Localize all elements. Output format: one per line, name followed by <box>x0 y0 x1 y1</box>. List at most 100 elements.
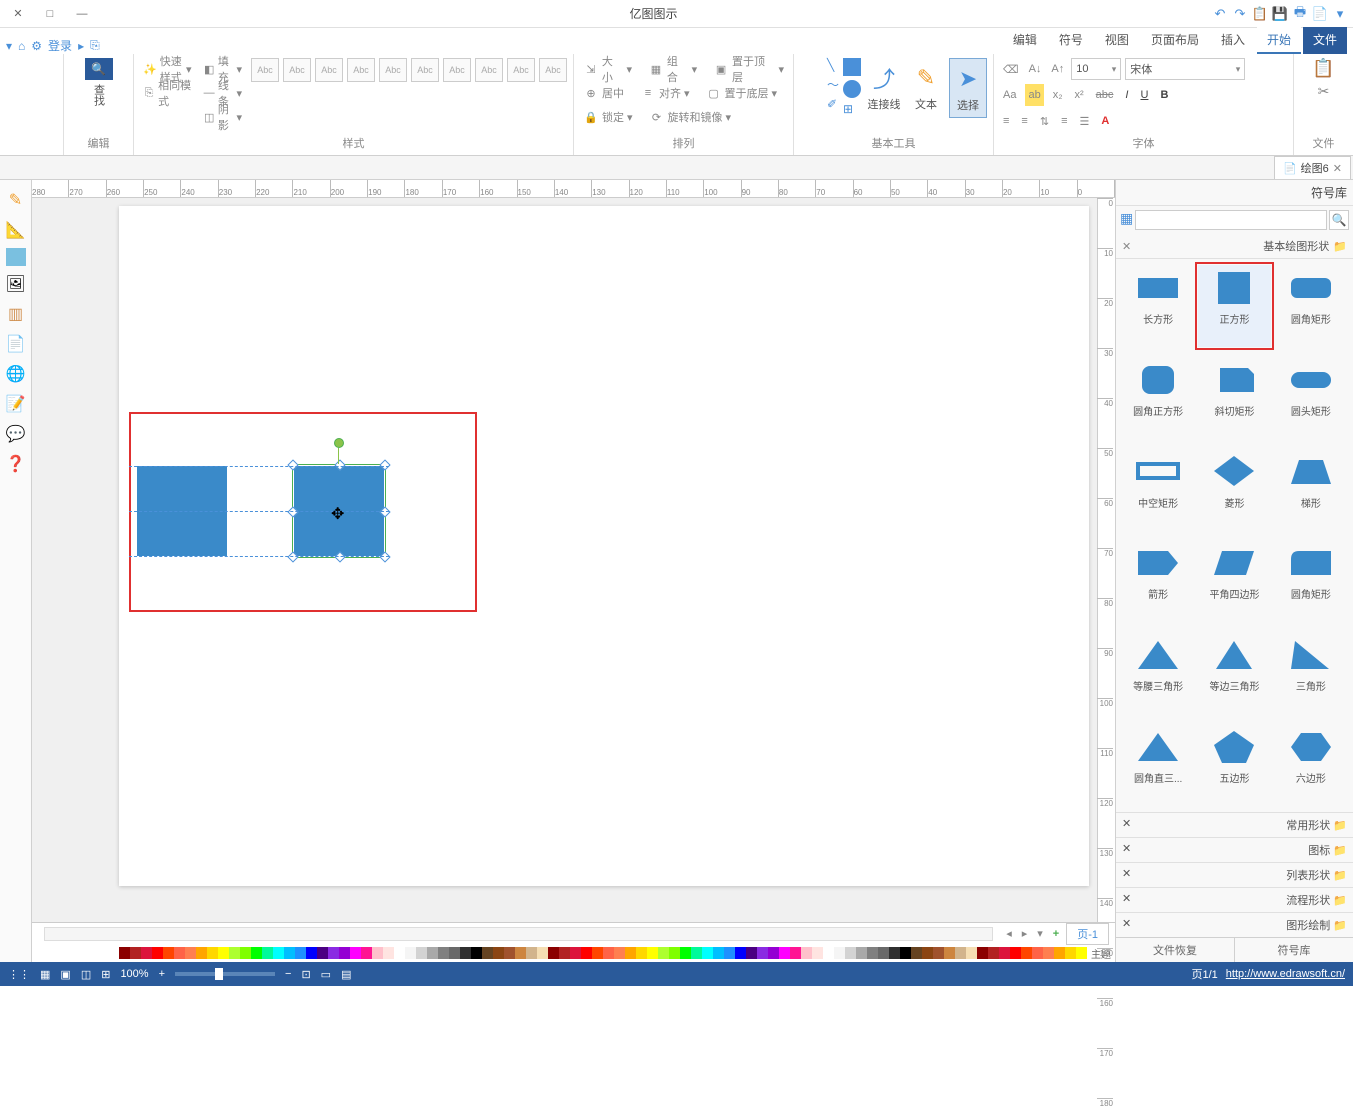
theme-6[interactable]: Abc <box>411 58 439 82</box>
qat-redo-icon[interactable]: ↷ <box>1231 5 1249 23</box>
palette-swatch[interactable] <box>856 947 867 959</box>
palette-swatch[interactable] <box>1032 947 1043 959</box>
palette-swatch[interactable] <box>141 947 152 959</box>
palette-swatch[interactable] <box>713 947 724 959</box>
palette-swatch[interactable] <box>900 947 911 959</box>
theme-7[interactable]: Abc <box>443 58 471 82</box>
palette-swatch[interactable] <box>339 947 350 959</box>
palette-swatch[interactable] <box>867 947 878 959</box>
shape-cell-9[interactable]: 箭形 <box>1122 540 1194 622</box>
shape-cell-13[interactable]: 等边三角形 <box>1198 632 1270 714</box>
palette-swatch[interactable] <box>1010 947 1021 959</box>
qat-more-icon[interactable]: ▾ <box>1331 5 1349 23</box>
sys-close[interactable]: ✕ <box>4 3 32 25</box>
lt-image-icon[interactable]: 🖼 <box>4 272 28 296</box>
case-button[interactable]: Aa <box>1000 84 1019 106</box>
palette-swatch[interactable] <box>515 947 526 959</box>
line-spacing-icon[interactable]: ⇅ <box>1037 110 1052 132</box>
lt-fill-icon[interactable] <box>6 248 26 266</box>
palette-swatch[interactable] <box>845 947 856 959</box>
italic-button[interactable]: I <box>1122 84 1131 106</box>
align-center-icon[interactable]: ≡ <box>1000 110 1012 132</box>
palette-swatch[interactable] <box>295 947 306 959</box>
shape-cell-16[interactable]: 五边形 <box>1198 724 1270 806</box>
nav-icon-2[interactable]: ⎘ <box>90 38 100 53</box>
palette-swatch[interactable] <box>1054 947 1065 959</box>
shape-cell-0[interactable]: 长方形 <box>1122 265 1194 347</box>
shape-cell-14[interactable]: 三角形 <box>1275 632 1347 714</box>
bullets-icon[interactable]: ☰ <box>1076 110 1092 132</box>
palette-swatch[interactable] <box>812 947 823 959</box>
palette-swatch[interactable] <box>757 947 768 959</box>
tab-symbol[interactable]: 符号 <box>1049 27 1093 54</box>
arrange-center[interactable]: ⊕居中 <box>580 82 627 104</box>
palette-swatch[interactable] <box>669 947 680 959</box>
shape-cell-3[interactable]: 圆角正方形 <box>1122 357 1194 439</box>
palette-swatch[interactable] <box>878 947 889 959</box>
lt-note-icon[interactable]: 📝 <box>4 392 28 416</box>
palette-swatch[interactable] <box>240 947 251 959</box>
palette-swatch[interactable] <box>361 947 372 959</box>
palette-swatch[interactable] <box>911 947 922 959</box>
tab-start[interactable]: 开始 <box>1257 27 1301 54</box>
theme-4[interactable]: Abc <box>347 58 375 82</box>
palette-swatch[interactable] <box>152 947 163 959</box>
palette-swatch[interactable] <box>790 947 801 959</box>
curve-tool-icon[interactable]: 〜 <box>827 76 839 93</box>
shape-cell-4[interactable]: 斜切矩形 <box>1198 357 1270 439</box>
canvas-page[interactable]: ✥ <box>119 206 1089 886</box>
shape-cell-2[interactable]: 圆角矩形 <box>1275 265 1347 347</box>
status-page-icon[interactable]: ▭ <box>321 968 331 981</box>
palette-swatch[interactable] <box>218 947 229 959</box>
palette-swatch[interactable] <box>966 947 977 959</box>
palette-swatch[interactable] <box>383 947 394 959</box>
shapes-lib-icon[interactable]: ▦ <box>1120 210 1133 230</box>
shape-circle-icon[interactable] <box>843 80 861 98</box>
canvas-scroll[interactable]: ✥ <box>32 198 1097 922</box>
zoom-minus[interactable]: − <box>285 968 291 980</box>
status-view-icon-4[interactable]: ⊞ <box>101 968 110 981</box>
paste-icon[interactable]: 📋 <box>1312 58 1334 79</box>
nav-icon-1[interactable]: ▸ <box>78 39 84 53</box>
theme-10[interactable]: Abc <box>539 58 567 82</box>
palette-swatch[interactable] <box>724 947 735 959</box>
subscript-button[interactable]: x₂ <box>1050 84 1066 106</box>
pen-tool-icon[interactable]: ✐ <box>827 97 839 111</box>
palette-swatch[interactable] <box>603 947 614 959</box>
qat-print-icon[interactable]: 🖶 <box>1291 5 1309 23</box>
theme-5[interactable]: Abc <box>379 58 407 82</box>
palette-swatch[interactable] <box>130 947 141 959</box>
palette-swatch[interactable] <box>614 947 625 959</box>
qat-new-icon[interactable]: 📄 <box>1311 5 1329 23</box>
qat-undo-icon[interactable]: ↶ <box>1211 5 1229 23</box>
palette-swatch[interactable] <box>581 947 592 959</box>
status-view-icon-1[interactable]: ▦ <box>40 968 50 981</box>
palette-swatch[interactable] <box>537 947 548 959</box>
palette-swatch[interactable] <box>988 947 999 959</box>
theme-2[interactable]: Abc <box>283 58 311 82</box>
home-icon[interactable]: ⌂ <box>18 39 25 53</box>
theme-3[interactable]: Abc <box>315 58 343 82</box>
collapsed-section-2[interactable]: ✕列表形状 📁 <box>1116 862 1353 887</box>
page-tab-1[interactable]: 页-1 <box>1066 923 1109 945</box>
page-nav-menu[interactable]: ▾ <box>1034 927 1046 940</box>
strike-button[interactable]: abc <box>1093 84 1117 106</box>
font-grow-icon[interactable]: A↑ <box>1048 58 1067 80</box>
font-shrink-icon[interactable]: A↓ <box>1026 58 1045 80</box>
tab-edit[interactable]: 编辑 <box>1003 27 1047 54</box>
shape-cell-11[interactable]: 圆角矩形 <box>1275 540 1347 622</box>
font-color-button[interactable]: A <box>1098 110 1112 132</box>
arrange-size[interactable]: ⇲大小 ▾ <box>580 58 635 80</box>
status-fit-icon[interactable]: ⊡ <box>301 968 310 981</box>
arrange-front[interactable]: ▣置于顶层 ▾ <box>710 58 787 80</box>
palette-swatch[interactable] <box>702 947 713 959</box>
palette-swatch[interactable] <box>1076 947 1087 959</box>
zoom-slider[interactable] <box>175 972 275 976</box>
palette-swatch[interactable] <box>163 947 174 959</box>
tab-page-layout[interactable]: 页面布局 <box>1141 27 1209 54</box>
status-view-icon-3[interactable]: ◫ <box>81 968 91 981</box>
lt-ruler-icon[interactable]: 📐 <box>4 218 28 242</box>
lt-help-icon[interactable]: ❓ <box>4 452 28 476</box>
palette-swatch[interactable] <box>691 947 702 959</box>
qat-save-icon[interactable]: 💾 <box>1271 5 1289 23</box>
